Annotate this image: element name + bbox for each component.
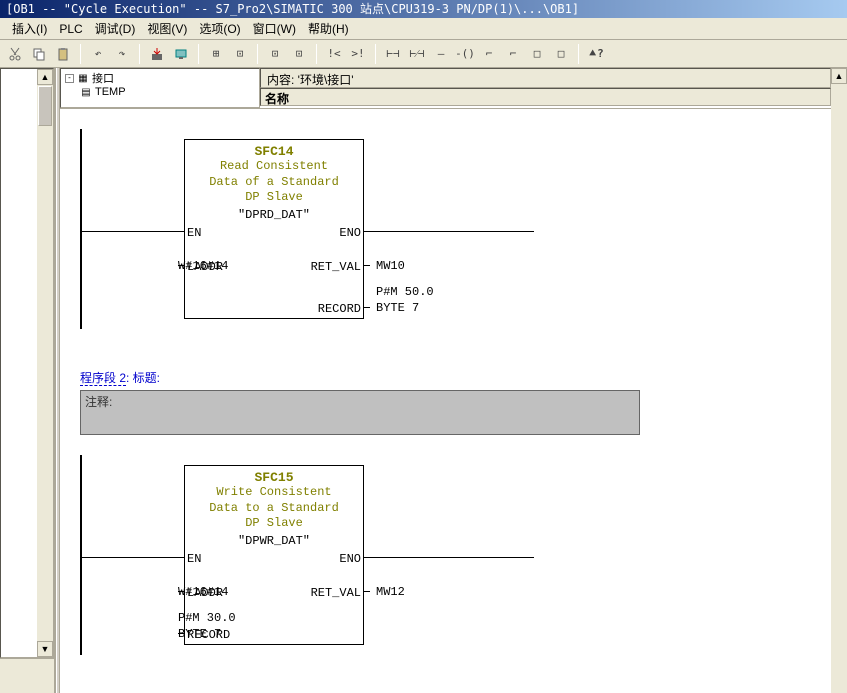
cut-button[interactable] xyxy=(4,43,26,65)
pin-eno: ENO xyxy=(339,552,361,566)
hline-button[interactable]: — xyxy=(430,43,452,65)
undo-button[interactable]: ↶ xyxy=(87,43,109,65)
open-contact-button[interactable]: ⊢⊣ xyxy=(382,43,404,65)
block-desc: Write ConsistentData to a StandardDP Sla… xyxy=(185,485,363,532)
download-button[interactable] xyxy=(146,43,168,65)
variable-button[interactable]: ⊡ xyxy=(264,43,286,65)
menu-help[interactable]: 帮助(H) xyxy=(302,18,355,39)
paste-button[interactable] xyxy=(52,43,74,65)
scroll-up-button[interactable]: ▲ xyxy=(831,68,847,84)
scroll-down-button[interactable]: ▼ xyxy=(37,641,53,657)
block-name: SFC15 xyxy=(185,466,363,485)
network-2: 程序段 2: 标题: 注释: SFC15 Write ConsistentDat… xyxy=(80,359,821,645)
menu-options[interactable]: 选项(O) xyxy=(193,18,246,39)
temp-icon: ▤ xyxy=(79,86,93,98)
interface-tree[interactable]: - ▦ 接口 ▤ TEMP xyxy=(60,68,260,108)
branch-close-button[interactable]: ⌐ xyxy=(502,43,524,65)
symbols-button[interactable]: ⊡ xyxy=(229,43,251,65)
pin-retval: RET_VAL xyxy=(311,260,361,274)
block2-button[interactable]: □ xyxy=(550,43,572,65)
sfc14-block[interactable]: SFC14 Read ConsistentData of a StandardD… xyxy=(184,139,364,319)
network-header[interactable]: 程序段 2: 标题: xyxy=(80,369,160,388)
force-button[interactable]: ⊡ xyxy=(288,43,310,65)
record-output-target1[interactable]: P#M 50.0 xyxy=(376,285,434,299)
menu-insert[interactable]: 插入(I) xyxy=(6,18,53,39)
network-1: SFC14 Read ConsistentData of a StandardD… xyxy=(80,139,821,319)
block-symname: "DPWR_DAT" xyxy=(185,532,363,554)
segment-title: : 标题: xyxy=(126,371,160,385)
block-button[interactable]: □ xyxy=(526,43,548,65)
left-scrollbar[interactable]: ▲ ▼ xyxy=(37,69,53,657)
menu-view[interactable]: 视图(V) xyxy=(141,18,193,39)
name-column-header[interactable]: 名称 xyxy=(260,88,831,106)
retval-output-target[interactable]: MW12 xyxy=(376,585,405,599)
interface-icon: ▦ xyxy=(76,72,90,84)
closed-contact-button[interactable]: ⊢⁄⊣ xyxy=(406,43,428,65)
main-scrollbar[interactable]: ▲ xyxy=(831,68,847,693)
pin-record: RECORD xyxy=(318,302,361,316)
menubar: 插入(I) PLC 调试(D) 视图(V) 选项(O) 窗口(W) 帮助(H) xyxy=(0,18,847,40)
block-desc: Read ConsistentData of a StandardDP Slav… xyxy=(185,159,363,206)
left-rail xyxy=(80,455,82,655)
tree-expand-icon[interactable]: - xyxy=(65,74,74,83)
ref-button[interactable]: ⊞ xyxy=(205,43,227,65)
left-bottom-panel xyxy=(0,658,54,693)
ladder-editor[interactable]: SFC14 Read ConsistentData of a StandardD… xyxy=(60,109,831,693)
menu-plc[interactable]: PLC xyxy=(53,20,88,38)
scroll-thumb[interactable] xyxy=(38,86,52,126)
menu-debug[interactable]: 调试(D) xyxy=(89,18,142,39)
branch-button[interactable]: ⌐ xyxy=(478,43,500,65)
menu-window[interactable]: 窗口(W) xyxy=(247,18,302,39)
pin-eno: ENO xyxy=(339,226,361,240)
retval-output-target[interactable]: MW10 xyxy=(376,259,405,273)
pin-en: EN xyxy=(187,226,201,240)
tree-root-label: 接口 xyxy=(92,70,114,86)
coil-button[interactable]: -() xyxy=(454,43,476,65)
redo-button[interactable]: ↷ xyxy=(111,43,133,65)
toolbar: ↶ ↷ ⊞ ⊡ ⊡ ⊡ !< >! ⊢⊣ ⊢⁄⊣ — -() ⌐ ⌐ □ □ ⯅… xyxy=(0,40,847,68)
left-rail xyxy=(80,129,82,329)
copy-button[interactable] xyxy=(28,43,50,65)
record-output-target2[interactable]: BYTE 7 xyxy=(376,301,419,315)
pin-retval: RET_VAL xyxy=(311,586,361,600)
scroll-up-button[interactable]: ▲ xyxy=(37,69,53,85)
content-header: 内容: '环境\接口' xyxy=(260,68,831,88)
left-panel: ▲ ▼ xyxy=(0,68,56,693)
pin-en: EN xyxy=(187,552,201,566)
tree-child-label: TEMP xyxy=(95,86,126,98)
help-context-button[interactable]: ⯅? xyxy=(585,43,607,65)
window-title: [OB1 -- "Cycle Execution" -- S7_Pro2\SIM… xyxy=(0,0,847,18)
filter-button[interactable]: >! xyxy=(347,43,369,65)
monitor-button[interactable] xyxy=(170,43,192,65)
filter-not-button[interactable]: !< xyxy=(323,43,345,65)
block-symname: "DPRD_DAT" xyxy=(185,206,363,228)
block-name: SFC14 xyxy=(185,140,363,159)
network-comment-box[interactable]: 注释: xyxy=(80,390,640,435)
segment-label: 程序段 2 xyxy=(80,371,126,386)
